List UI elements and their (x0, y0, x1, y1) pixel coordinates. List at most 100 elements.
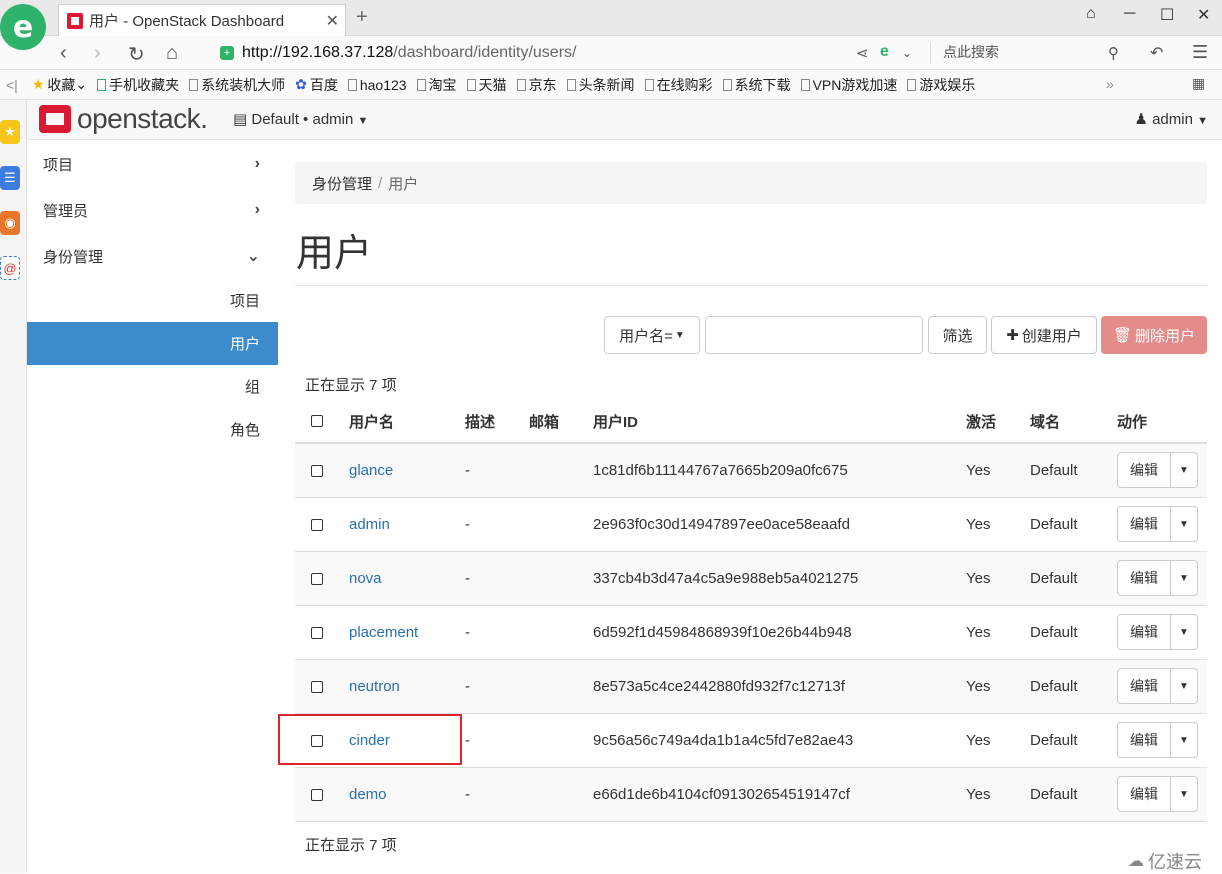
column-header-domain: 域名 (1030, 413, 1061, 431)
search-input[interactable]: 点此搜索 (930, 42, 1130, 64)
bookmark-item[interactable]: 京东 (516, 75, 557, 95)
sidebar-item-identity[interactable]: 身份管理 ⌄ (27, 233, 278, 279)
bookmark-item[interactable]: 手机收藏夹 (97, 75, 179, 95)
edit-user-button[interactable]: 编辑 (1118, 615, 1171, 649)
bookmark-item[interactable]: 系统装机大师 (189, 75, 285, 95)
browser-e-icon[interactable]: e (880, 43, 889, 61)
dropdown-icon[interactable]: ⌄ (902, 46, 912, 60)
column-header-actions: 动作 (1117, 413, 1148, 431)
sidebar-item-project[interactable]: 项目 › (27, 141, 278, 187)
user-menu[interactable]: ♟ admin ▼ (1134, 110, 1208, 128)
close-window-icon[interactable]: ✕ (1197, 5, 1210, 25)
edit-user-button[interactable]: 编辑 (1118, 669, 1171, 703)
row-action-group: 编辑 ▼ (1117, 668, 1198, 704)
username-link[interactable]: admin (349, 498, 390, 551)
row-checkbox[interactable] (311, 660, 323, 713)
enabled-cell: Yes (966, 462, 991, 479)
table-row: demo - e66d1de6b4104cf091302654519147cf Yes… (295, 768, 1207, 822)
undo-icon[interactable]: ↶ (1150, 43, 1163, 63)
watermark: ☁ 亿速云 (1128, 848, 1202, 874)
edit-user-button[interactable]: 编辑 (1118, 507, 1171, 541)
bookmark-item[interactable]: 在线购彩 (644, 75, 713, 95)
search-icon[interactable]: ⚲ (1108, 44, 1119, 62)
maximize-icon[interactable]: ☐ (1160, 5, 1174, 25)
project-selector[interactable]: ▤ Default • admin ▼ (233, 110, 368, 128)
url-field[interactable]: + http://192.168.37.128/dashboard/identi… (220, 40, 920, 66)
caret-down-icon[interactable]: ▼ (1171, 669, 1197, 703)
share-icon[interactable]: ⋖ (856, 44, 869, 62)
tab-close-icon[interactable]: ✕ (326, 11, 339, 31)
filter-field-select[interactable]: 用户名= ▼ (604, 316, 700, 354)
weibo-icon[interactable]: ◉ (0, 211, 20, 235)
bookmark-item[interactable]: VPN游戏加速 (800, 75, 898, 95)
home-icon[interactable]: ⌂ (166, 42, 178, 65)
enabled-cell: Yes (966, 786, 991, 803)
row-checkbox[interactable] (311, 606, 323, 659)
new-tab-button[interactable]: + (356, 6, 368, 29)
caret-down-icon[interactable]: ▼ (1171, 615, 1197, 649)
username-link[interactable]: demo (349, 768, 387, 821)
user-id-cell: e66d1de6b4104cf091302654519147cf (593, 786, 850, 803)
sidebar-subitem-users[interactable]: 用户 (27, 322, 278, 365)
edit-user-button[interactable]: 编辑 (1118, 777, 1171, 811)
caret-down-icon[interactable]: ▼ (1171, 453, 1197, 487)
column-header-username[interactable]: 用户名 (349, 400, 394, 442)
sidebar-nav: 项目 › 管理员 › 身份管理 ⌄ 项目 用户 组 角色 (27, 141, 278, 873)
email-icon[interactable]: @ (0, 256, 20, 280)
project-selector-label: Default • admin (251, 111, 354, 128)
sidebar-subitem-projects[interactable]: 项目 (27, 279, 278, 322)
bookmark-item[interactable]: 淘宝 (416, 75, 457, 95)
row-checkbox[interactable] (311, 444, 323, 497)
sidebar-subitem-roles[interactable]: 角色 (27, 408, 278, 451)
sidebar-item-admin[interactable]: 管理员 › (27, 187, 278, 233)
breadcrumb: 身份管理 / 用户 (295, 162, 1207, 204)
caret-down-icon[interactable]: ▼ (1171, 561, 1197, 595)
bookmark-item[interactable]: hao123 (347, 77, 407, 93)
menu-icon[interactable]: ☰ (1192, 42, 1208, 63)
openstack-logo[interactable]: openstack. (39, 105, 208, 133)
favorites-star-icon[interactable]: ★ (0, 120, 20, 144)
delete-users-button[interactable]: 🗑 删除用户 (1101, 316, 1207, 354)
edit-user-button[interactable]: 编辑 (1118, 561, 1171, 595)
bookmark-item[interactable]: 游戏娱乐 (907, 75, 975, 95)
forward-icon[interactable]: › (94, 42, 101, 65)
apps-grid-icon[interactable]: ▦ (1192, 75, 1205, 92)
row-action-group: 编辑 ▼ (1117, 560, 1198, 596)
caret-down-icon[interactable]: ▼ (1171, 507, 1197, 541)
bookmark-item[interactable]: 天猫 (466, 75, 507, 95)
browser-logo-icon: e (0, 4, 46, 50)
browser-tab[interactable]: 用户 - OpenStack Dashboard ✕ (58, 4, 346, 36)
username-link[interactable]: nova (349, 552, 382, 605)
bookmark-item[interactable]: ✿ 百度 (295, 75, 338, 95)
create-user-button[interactable]: ✚ 创建用户 (991, 316, 1097, 354)
username-link[interactable]: glance (349, 444, 393, 497)
username-link[interactable]: placement (349, 606, 418, 659)
row-checkbox[interactable] (311, 768, 323, 821)
breadcrumb-item-identity[interactable]: 身份管理 (312, 173, 372, 194)
bookmark-item[interactable]: ★ 收藏 ⌄ (32, 75, 87, 95)
bookmark-item[interactable]: 头条新闻 (566, 75, 635, 95)
bookmarks-more-icon[interactable]: » (1106, 76, 1114, 92)
breadcrumb-item-users: 用户 (388, 175, 419, 193)
username-link[interactable]: neutron (349, 660, 400, 713)
back-icon[interactable]: ‹ (60, 42, 67, 65)
caret-down-icon[interactable]: ▼ (1171, 777, 1197, 811)
filter-input[interactable] (705, 316, 923, 354)
row-action-group: 编辑 ▼ (1117, 722, 1198, 758)
edit-user-button[interactable]: 编辑 (1118, 723, 1171, 757)
bookmark-item[interactable]: 系统下载 (722, 75, 791, 95)
row-checkbox[interactable] (311, 552, 323, 605)
skin-icon[interactable]: ⌂ (1086, 5, 1096, 23)
caret-down-icon[interactable]: ▼ (1171, 723, 1197, 757)
reload-icon[interactable]: ↻ (128, 42, 145, 67)
row-checkbox[interactable] (311, 498, 323, 551)
minimize-icon[interactable]: ─ (1124, 5, 1135, 23)
bookmark-label: VPN游戏加速 (812, 76, 898, 93)
bookmarks-collapse-icon[interactable]: <| (6, 77, 18, 93)
edit-user-button[interactable]: 编辑 (1118, 453, 1171, 487)
filter-button[interactable]: 筛选 (928, 316, 987, 354)
sidebar-subitem-label: 项目 (229, 293, 260, 310)
select-all-checkbox[interactable] (311, 400, 323, 442)
sidebar-subitem-groups[interactable]: 组 (27, 365, 278, 408)
notes-icon[interactable]: ☰ (0, 166, 20, 190)
